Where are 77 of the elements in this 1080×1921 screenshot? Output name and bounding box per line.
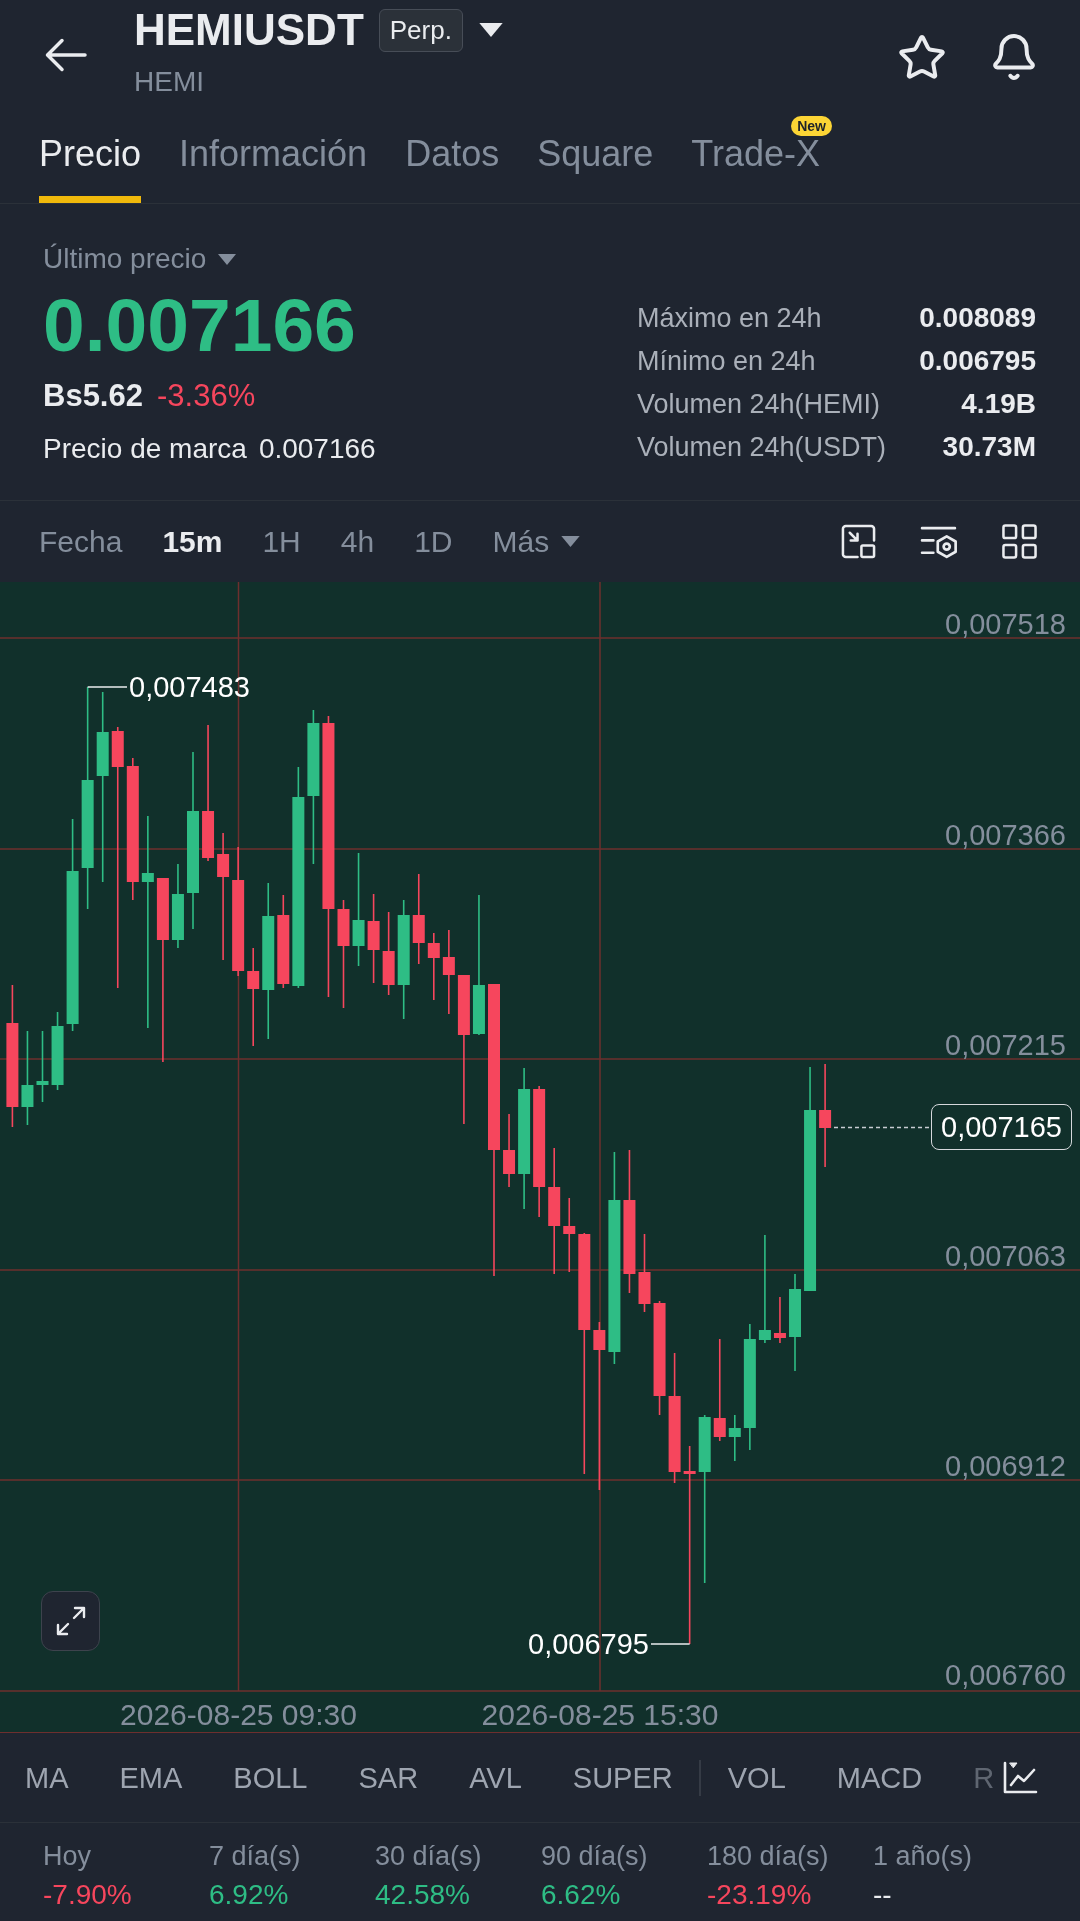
tab[interactable]: Square <box>537 132 654 203</box>
mark-price-label: Precio de marca <box>43 432 247 466</box>
price-axis-label: 0,007366 <box>945 819 1066 851</box>
period-change: -7.90% <box>43 1878 133 1912</box>
expand-button[interactable] <box>41 1591 100 1651</box>
candlestick <box>773 1296 786 1344</box>
grid-icon[interactable] <box>1002 524 1037 559</box>
period-label: 7 día(s) <box>209 1840 302 1872</box>
stat-label: Mínimo en 24h <box>637 344 816 378</box>
line-chart-icon[interactable] <box>1002 1760 1038 1795</box>
square-arrow-icon[interactable] <box>841 524 876 559</box>
interval-option[interactable]: 1H <box>262 523 301 560</box>
tab[interactable]: Datos <box>405 132 500 203</box>
time-axis-label: 2026-08-25 09:30 <box>120 1698 357 1731</box>
interval-option[interactable]: 15m <box>162 523 223 560</box>
time-axis-label: 2026-08-25 15:30 <box>481 1698 719 1731</box>
period-label: 30 día(s) <box>375 1840 483 1872</box>
high-price-label: 0,007483 <box>129 671 250 703</box>
leader-line <box>650 1643 691 1645</box>
stat-value: 30.73M <box>942 429 1036 464</box>
period-change: 42.58% <box>375 1878 471 1912</box>
stat-label: Volumen 24h(HEMI) <box>637 387 881 421</box>
indicator-option[interactable]: SUPER <box>572 1759 673 1796</box>
interval-option[interactable]: 4h <box>340 523 375 560</box>
stat-value: 4.19B <box>961 386 1036 421</box>
bell-icon[interactable] <box>992 34 1036 80</box>
period-change: -23.19% <box>707 1878 813 1912</box>
candlestick <box>427 932 440 1001</box>
contract-type-badge: Perp. <box>378 8 463 52</box>
indicator-option[interactable]: EMA <box>119 1759 183 1796</box>
symbol-title: HEMIUSDT <box>134 6 364 54</box>
lines-hexagon-icon[interactable] <box>920 524 958 559</box>
more-intervals-dropdown[interactable]: Más <box>492 523 581 560</box>
caret-icon <box>218 253 237 265</box>
indicator-option[interactable]: AVL <box>469 1759 522 1796</box>
fiat-price: Bs5.62 <box>43 378 143 414</box>
price-axis-label: 0,006760 <box>945 1659 1066 1691</box>
expand-icon <box>55 1606 86 1636</box>
indicator-option[interactable]: SAR <box>358 1759 419 1796</box>
new-badge: New <box>791 116 832 136</box>
star-icon[interactable] <box>899 35 945 79</box>
indicator-option[interactable]: MACD <box>836 1759 923 1796</box>
last-price: 0.007166 <box>43 285 357 365</box>
indicator-option[interactable]: VOL <box>727 1759 786 1796</box>
period-label: 1 año(s) <box>873 1840 974 1872</box>
price-axis-label: 0,007215 <box>945 1029 1066 1061</box>
period-change: 6.62% <box>541 1878 622 1912</box>
base-asset: HEMI <box>134 66 205 98</box>
period-change: -- <box>873 1878 893 1912</box>
price-change: -3.36% <box>156 378 256 414</box>
period-label: 180 día(s) <box>707 1840 830 1872</box>
stat-label: Volumen 24h(USDT) <box>637 430 887 464</box>
stat-value: 0.006795 <box>919 343 1036 378</box>
low-price-label: 0,006795 <box>528 1628 649 1660</box>
tab[interactable]: Información <box>179 132 368 203</box>
indicator-option[interactable]: R <box>973 1759 995 1796</box>
caret-icon[interactable] <box>478 23 503 37</box>
back-arrow-icon[interactable] <box>45 38 87 72</box>
mark-price-value: 0.007166 <box>258 432 376 466</box>
stat-value: 0.008089 <box>919 300 1036 335</box>
period-label: Hoy <box>43 1840 92 1872</box>
price-axis-label: 0,007063 <box>945 1240 1066 1272</box>
indicator-option[interactable]: MA <box>25 1759 69 1796</box>
current-price-tag: 0,007165 <box>931 1104 1072 1150</box>
period-label: 90 día(s) <box>541 1840 649 1872</box>
tab[interactable]: Precio <box>39 132 142 203</box>
price-axis-label: 0,006912 <box>945 1450 1066 1482</box>
interval-option[interactable]: Fecha <box>39 523 123 560</box>
price-type-selector[interactable]: Último precio <box>43 242 376 276</box>
caret-icon <box>561 536 581 547</box>
period-change: 6.92% <box>209 1878 290 1912</box>
stat-label: Máximo en 24h <box>637 301 822 335</box>
interval-option[interactable]: 1D <box>414 523 453 560</box>
leader-line <box>86 686 128 688</box>
price-axis-label: 0,007518 <box>945 608 1066 640</box>
candlestick <box>728 1414 741 1462</box>
indicator-option[interactable]: BOLL <box>233 1759 308 1796</box>
